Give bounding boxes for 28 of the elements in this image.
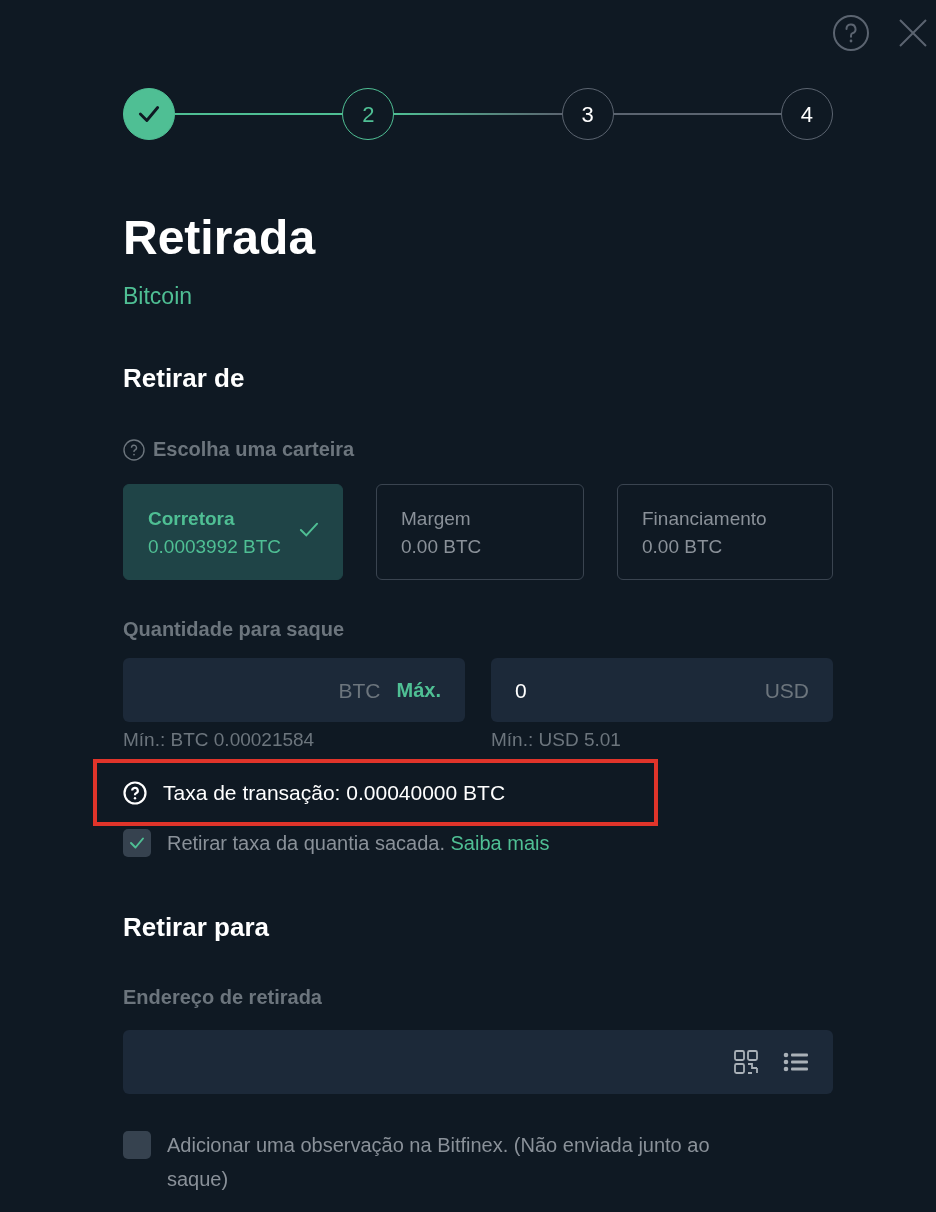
list-icon[interactable] [783,1051,809,1074]
checkbox[interactable] [123,829,151,858]
field-value: 0 [515,677,527,704]
section-heading: Retirar de [123,363,246,395]
wallet-option[interactable]: Margem 0.00 BTC [376,484,584,581]
field-label: Quantidade para saque [123,617,346,643]
field-label: Endereço de retirada [123,984,323,1010]
checkbox[interactable] [123,1130,151,1159]
qr-code-icon[interactable] [733,1048,759,1075]
minimum-amount: Mín.: USD 5.01 [491,728,622,753]
unit-label: BTC [338,677,381,704]
wallet-option[interactable]: Corretora 0.0003992 BTC [123,484,343,581]
learn-more-link[interactable]: Saiba mais [450,832,550,855]
minimum-amount: Mín.: BTC 0.00021584 [123,728,316,753]
checkbox-label: Adicionar uma observação na Bitfinex. (Não enviada junto ao saque) [167,1132,711,1192]
address-field[interactable] [123,1029,833,1094]
wallet-option[interactable]: Financiamento 0.00 BTC [617,484,833,581]
max-link[interactable]: Máx. [396,675,441,706]
checkbox-label: Retirar taxa da quantia sacada. Saiba mais [167,831,550,857]
check-icon [298,521,320,540]
amount-field[interactable]: 0 USD [491,658,833,723]
unit-label: USD [764,677,809,704]
fee-text: Taxa de transação: 0.00040000 BTC [163,780,506,806]
section-heading: Retirar para [123,912,270,944]
amount-field[interactable]: BTC Máx. [123,658,465,723]
page-title: Retirada [123,212,317,265]
currency-name: Bitcoin [123,281,194,311]
field-label: Escolha uma carteira [153,437,355,463]
